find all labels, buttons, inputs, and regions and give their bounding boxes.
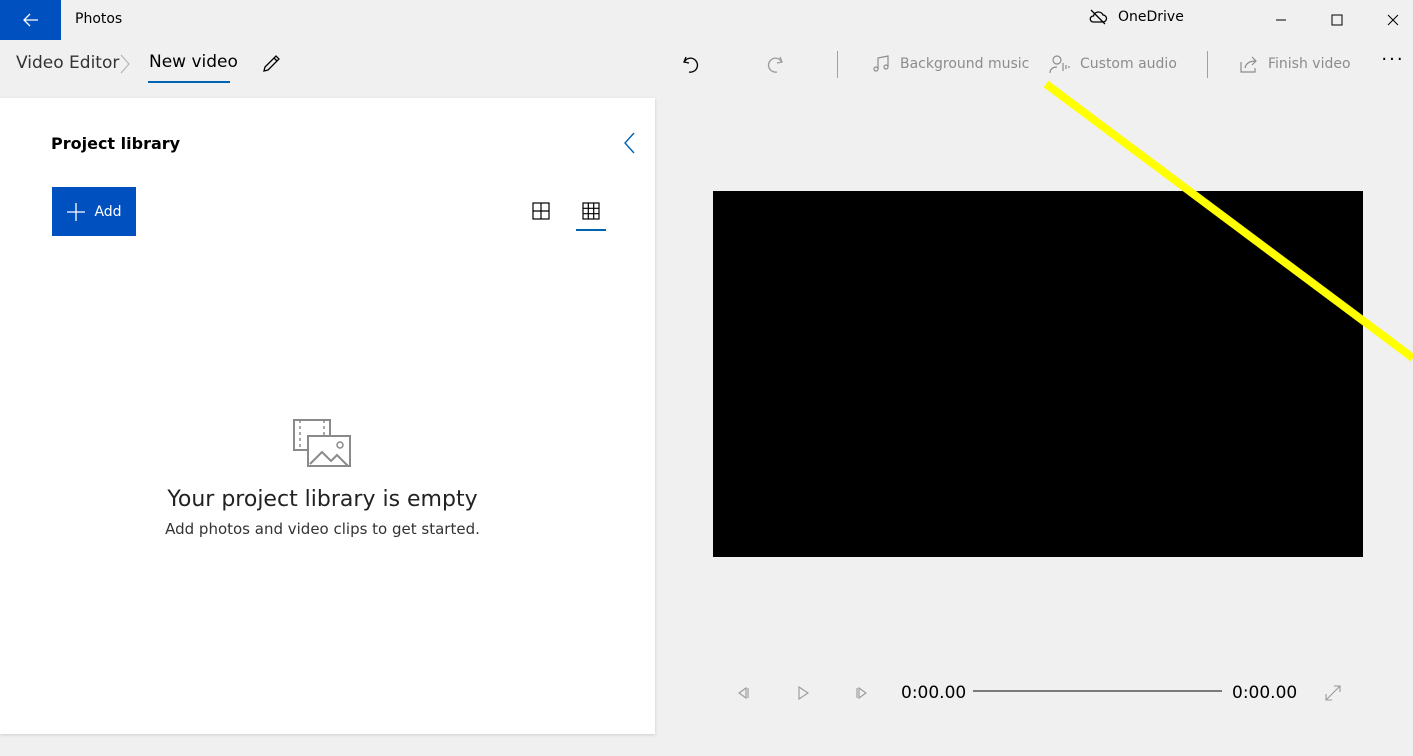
chevron-left-icon	[624, 132, 635, 154]
media-placeholder-icon	[293, 419, 351, 467]
empty-library-title: Your project library is empty	[167, 487, 478, 512]
add-button[interactable]: Add	[52, 187, 136, 236]
project-library-title: Project library	[51, 134, 181, 153]
onedrive-status[interactable]: OneDrive	[1088, 9, 1184, 25]
toolbar-divider	[1207, 51, 1208, 78]
total-time: 0:00.00	[1232, 683, 1298, 703]
play-button[interactable]	[790, 680, 816, 706]
collapse-library-button[interactable]	[618, 129, 642, 157]
small-grid-view-button[interactable]	[579, 199, 603, 223]
background-music-button[interactable]: Background music	[871, 51, 1029, 77]
cloud-offline-icon	[1089, 9, 1108, 25]
toolbar-divider	[837, 51, 838, 78]
minimize-button[interactable]	[1256, 0, 1306, 40]
add-label: Add	[94, 203, 122, 220]
redo-button[interactable]	[760, 50, 790, 78]
more-options-button[interactable]: ···	[1378, 50, 1408, 78]
playback-scrubber[interactable]	[973, 690, 1222, 692]
maximize-icon	[1331, 14, 1343, 26]
pencil-icon	[263, 55, 280, 72]
next-frame-button[interactable]	[849, 680, 875, 706]
custom-audio-label: Custom audio	[1080, 56, 1177, 72]
plus-icon	[67, 202, 86, 221]
person-audio-icon	[1049, 55, 1070, 74]
large-grid-icon	[532, 202, 550, 220]
share-icon	[1240, 56, 1257, 73]
undo-button[interactable]	[676, 50, 706, 78]
back-arrow-icon	[22, 13, 38, 27]
finish-video-label: Finish video	[1268, 56, 1351, 72]
large-grid-view-button[interactable]	[529, 199, 553, 223]
back-button[interactable]	[0, 0, 61, 40]
play-icon	[798, 686, 809, 700]
project-library-panel: Project library Add Your project library…	[0, 98, 655, 734]
video-preview[interactable]	[713, 191, 1363, 557]
chevron-right-icon	[120, 54, 130, 74]
current-time: 0:00.00	[901, 683, 967, 703]
custom-audio-button[interactable]: Custom audio	[1049, 51, 1177, 77]
view-selected-indicator	[576, 229, 606, 231]
maximize-button[interactable]	[1312, 0, 1362, 40]
finish-video-button[interactable]: Finish video	[1239, 51, 1351, 77]
previous-frame-button[interactable]	[730, 680, 756, 706]
expand-icon	[1325, 685, 1341, 701]
minimize-icon	[1276, 19, 1286, 21]
background-music-label: Background music	[900, 56, 1030, 72]
small-grid-icon	[582, 202, 600, 220]
empty-library-subtitle: Add photos and video clips to get starte…	[165, 520, 480, 538]
fullscreen-button[interactable]	[1320, 680, 1346, 706]
title-bar: Photos OneDrive	[0, 0, 1413, 40]
breadcrumb-underline	[148, 81, 230, 83]
breadcrumb-video-editor[interactable]: Video Editor	[16, 53, 119, 73]
music-note-icon	[873, 55, 889, 72]
onedrive-label: OneDrive	[1118, 9, 1184, 25]
redo-icon	[767, 56, 783, 73]
step-back-icon	[738, 686, 749, 700]
step-forward-icon	[856, 686, 867, 700]
undo-icon	[683, 56, 699, 73]
rename-button[interactable]	[258, 51, 284, 77]
breadcrumb-current: New video	[149, 52, 238, 72]
close-button[interactable]	[1368, 0, 1413, 40]
close-icon	[1387, 14, 1399, 26]
app-title: Photos	[75, 11, 123, 27]
